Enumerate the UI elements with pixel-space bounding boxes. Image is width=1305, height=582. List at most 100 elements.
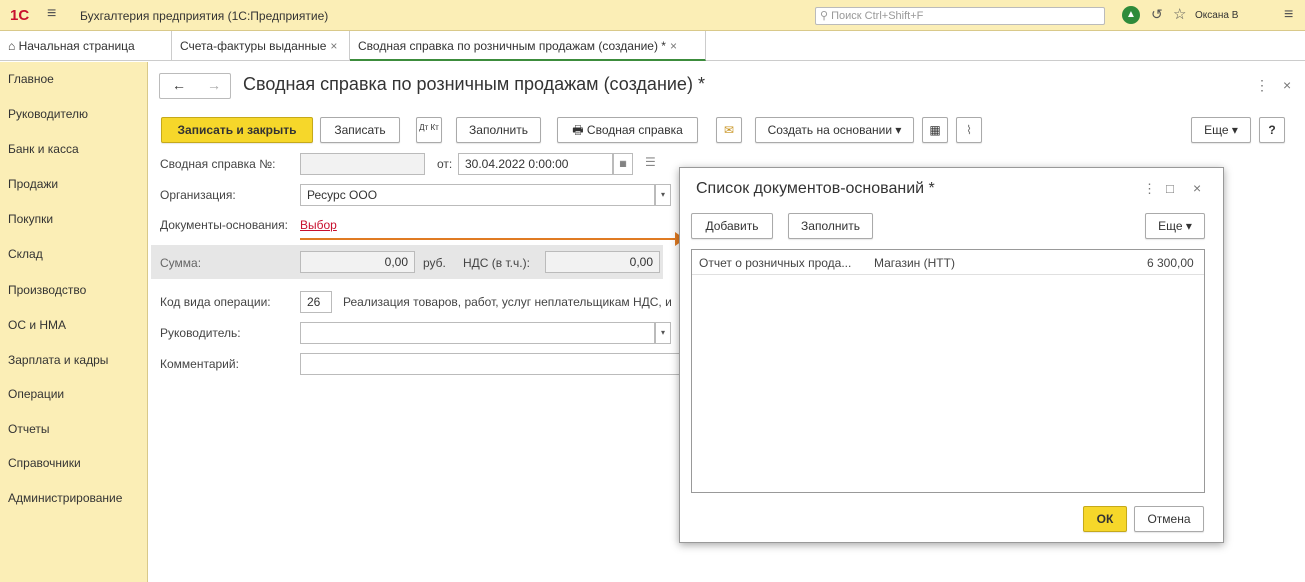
ok-button[interactable]: ОК <box>1083 506 1127 532</box>
app-logo-icon[interactable]: 1С <box>10 7 29 24</box>
comment-label: Комментарий: <box>160 357 239 371</box>
more-label: Еще <box>1158 219 1183 233</box>
save-button[interactable]: Записать <box>320 117 400 143</box>
fill-button[interactable]: Заполнить <box>456 117 541 143</box>
list-icon[interactable]: ☰ <box>645 155 656 169</box>
vat-label: НДС (в т.ч.): <box>463 256 530 270</box>
more-button[interactable]: Еще ▾ <box>1145 213 1205 239</box>
chevron-down-icon: ▾ <box>1185 219 1192 233</box>
more-label: Еще <box>1204 123 1229 137</box>
more-vert-icon[interactable]: ⋮ <box>1255 77 1269 94</box>
forward-arrow-icon[interactable]: → <box>207 77 221 93</box>
tab-bar: ⌂ Начальная страница Счета-фактуры выдан… <box>0 31 1305 61</box>
sidebar-item-directories[interactable]: Справочники <box>8 456 81 470</box>
sidebar-item-assets[interactable]: ОС и НМА <box>8 318 66 332</box>
chevron-down-icon: ▾ <box>895 123 902 137</box>
sidebar-item-operations[interactable]: Операции <box>8 387 64 401</box>
more-vert-icon[interactable]: ⋮ <box>1143 181 1156 197</box>
sum-field: 0,00 <box>300 251 415 273</box>
save-and-close-button[interactable]: Записать и закрыть <box>161 117 313 143</box>
operation-code-label: Код вида операции: <box>160 295 271 309</box>
dialog-title: Список документов-оснований * <box>696 180 935 197</box>
user-name[interactable]: Оксана В <box>1195 10 1238 21</box>
fill-button[interactable]: Заполнить <box>788 213 873 239</box>
operation-code-field[interactable]: 26 <box>300 291 332 313</box>
annotation-arrow <box>300 238 680 240</box>
sidebar-item-salary[interactable]: Зарплата и кадры <box>8 353 108 367</box>
sum-label: Сумма: <box>160 256 202 270</box>
sidebar-item-purchases[interactable]: Покупки <box>8 212 53 226</box>
search-icon: ⚲ <box>820 10 832 22</box>
close-icon[interactable]: × <box>1283 77 1291 93</box>
comment-field[interactable] <box>300 353 680 375</box>
document-cell: Отчет о розничных прода... <box>699 256 852 270</box>
amount-cell: 6 300,00 <box>1147 256 1194 270</box>
sidebar-item-admin[interactable]: Администрирование <box>8 491 122 505</box>
sidebar-item-sales[interactable]: Продажи <box>8 177 58 191</box>
attach-button[interactable]: ⌇ <box>956 117 982 143</box>
close-icon[interactable]: × <box>330 39 337 53</box>
operation-code-description: Реализация товаров, работ, услуг неплате… <box>343 295 672 309</box>
history-icon[interactable]: ↺ <box>1151 6 1163 23</box>
sidebar-item-warehouse[interactable]: Склад <box>8 247 43 261</box>
sidebar-item-reports[interactable]: Отчеты <box>8 422 49 436</box>
number-label: Сводная справка №: <box>160 157 276 171</box>
favorites-star-icon[interactable]: ☆ <box>1173 5 1186 23</box>
documents-table <box>691 249 1205 493</box>
sidebar-item-main[interactable]: Главное <box>8 72 54 86</box>
date-label: от: <box>437 157 453 171</box>
sidebar-item-manager[interactable]: Руководителю <box>8 107 88 121</box>
settings-menu-icon[interactable]: ≡ <box>1284 6 1293 24</box>
tab-summary-report[interactable]: Сводная справка по розничным продажам (с… <box>350 31 706 61</box>
search-input[interactable]: ⚲ Поиск Ctrl+Shift+F <box>815 7 1105 25</box>
close-icon[interactable]: × <box>1193 180 1201 196</box>
print-label: Сводная справка <box>586 123 683 137</box>
manager-label: Руководитель: <box>160 326 241 340</box>
notifications-icon[interactable]: ▲ <box>1122 6 1140 24</box>
paperclip-icon: ⌇ <box>966 123 972 137</box>
manager-field[interactable] <box>300 322 655 344</box>
date-field[interactable]: 30.04.2022 0:00:00 <box>458 153 613 175</box>
sidebar-item-bank[interactable]: Банк и касса <box>8 142 79 156</box>
cancel-button[interactable]: Отмена <box>1134 506 1204 532</box>
store-cell: Магазин (НТТ) <box>874 256 955 270</box>
organization-field[interactable]: Ресурс ООО <box>300 184 655 206</box>
dropdown-arrow-icon[interactable]: ▾ <box>655 322 671 344</box>
app-title: Бухгалтерия предприятия (1С:Предприятие) <box>80 9 329 23</box>
structure-icon: ▦ <box>929 123 941 137</box>
vat-field: 0,00 <box>545 251 660 273</box>
envelope-icon: ✉ <box>723 123 735 137</box>
currency-label: руб. <box>423 256 446 270</box>
create-based-label: Создать на основании <box>767 123 893 137</box>
back-arrow-icon[interactable]: ← <box>172 77 186 93</box>
search-placeholder: Поиск Ctrl+Shift+F <box>831 10 924 22</box>
select-basis-link[interactable]: Выбор <box>300 218 337 232</box>
dropdown-arrow-icon[interactable]: ▾ <box>655 184 671 206</box>
help-button[interactable]: ? <box>1259 117 1285 143</box>
dt-kt-button[interactable]: Дт Кт <box>416 117 442 143</box>
maximize-icon[interactable]: □ <box>1166 181 1174 196</box>
printer-icon: 🖶 <box>572 123 587 137</box>
create-based-on-button[interactable]: Создать на основании ▾ <box>755 117 914 143</box>
organization-label: Организация: <box>160 188 236 202</box>
structure-button[interactable]: ▦ <box>922 117 948 143</box>
tab-home[interactable]: ⌂ Начальная страница <box>0 31 172 61</box>
add-button[interactable]: Добавить <box>691 213 773 239</box>
tab-label: Начальная страница <box>18 39 135 53</box>
close-icon[interactable]: × <box>670 39 677 53</box>
sidebar: Главное Руководителю Банк и касса Продаж… <box>0 62 148 582</box>
basis-documents-label: Документы-основания: <box>160 218 288 232</box>
calendar-icon[interactable]: ▦ <box>613 153 633 175</box>
tab-invoices[interactable]: Счета-фактуры выданные × <box>172 31 350 61</box>
print-button[interactable]: 🖶 Сводная справка <box>557 117 698 143</box>
chevron-down-icon: ▾ <box>1231 123 1238 137</box>
email-button[interactable]: ✉ <box>716 117 742 143</box>
form-title: Сводная справка по розничным продажам (с… <box>243 74 705 94</box>
tab-label: Сводная справка по розничным продажам (с… <box>358 39 666 53</box>
home-icon: ⌂ <box>8 39 19 53</box>
more-button[interactable]: Еще ▾ <box>1191 117 1251 143</box>
sidebar-item-production[interactable]: Производство <box>8 283 86 297</box>
tab-label: Счета-фактуры выданные <box>180 39 327 53</box>
number-field[interactable] <box>300 153 425 175</box>
main-menu-icon[interactable]: ≡ <box>47 5 56 23</box>
